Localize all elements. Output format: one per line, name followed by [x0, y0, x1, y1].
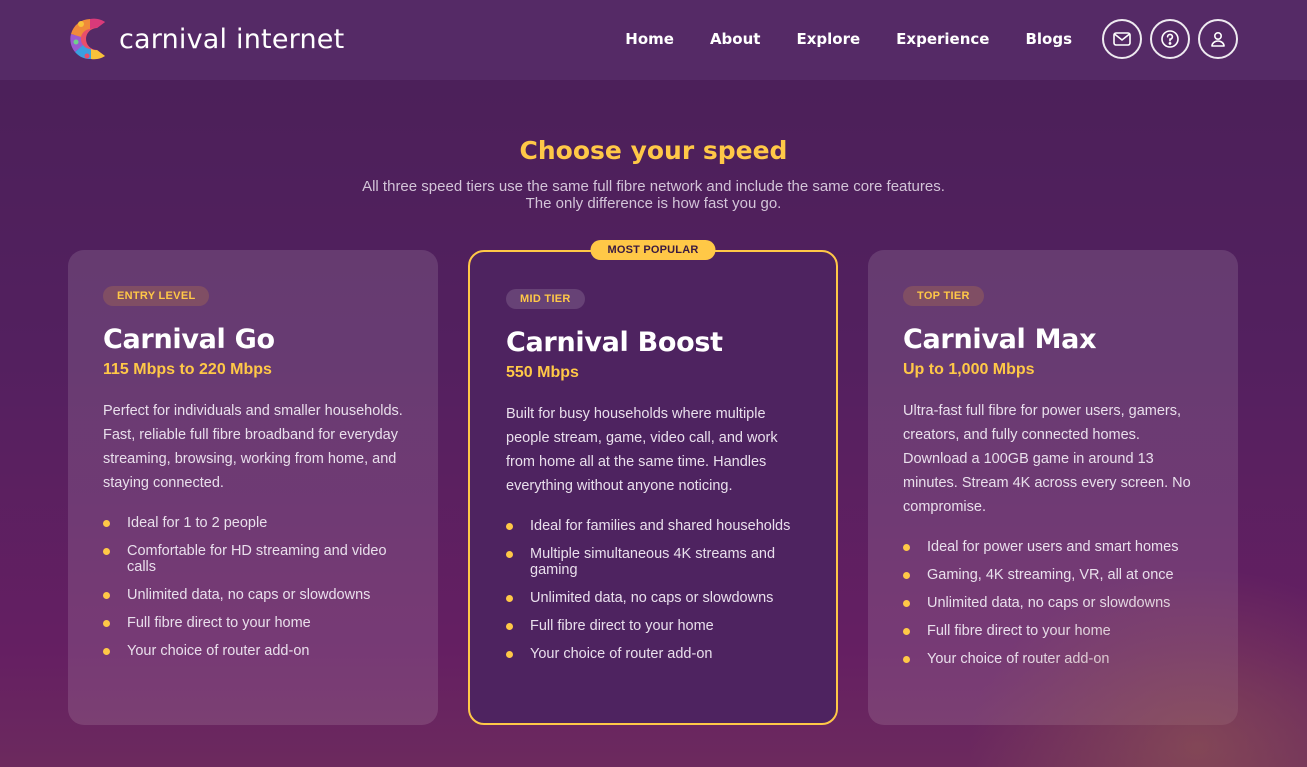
nav-blogs[interactable]: Blogs — [1025, 30, 1072, 48]
most-popular-badge: MOST POPULAR — [590, 240, 716, 260]
feature-item: Multiple simultaneous 4K streams and gam… — [506, 546, 801, 578]
plan-description: Ultra-fast full fibre for power users, g… — [903, 403, 1191, 515]
plan-description: Built for busy households where multiple… — [506, 406, 778, 494]
feature-item: Full fibre direct to your home — [903, 623, 1203, 639]
feature-item: Unlimited data, no caps or slowdowns — [506, 590, 801, 606]
feature-item: Ideal for 1 to 2 people — [103, 515, 403, 531]
help-button[interactable] — [1150, 19, 1190, 59]
mail-button[interactable] — [1102, 19, 1142, 59]
feature-item: Comfortable for HD streaming and video c… — [103, 543, 403, 575]
plan-description: Perfect for individuals and smaller hous… — [103, 403, 403, 491]
account-button[interactable] — [1198, 19, 1238, 59]
feature-item: Ideal for families and shared households — [506, 518, 801, 534]
plan-speed: Up to 1,000 Mbps — [903, 361, 1035, 378]
plan-name: Carnival Go — [103, 324, 275, 355]
feature-item: Gaming, 4K streaming, VR, all at once — [903, 567, 1203, 583]
subtitle-line-1: All three speed tiers use the same full … — [362, 178, 945, 195]
plan-name: Carnival Boost — [506, 327, 723, 358]
plan-card-boost[interactable]: MOST POPULAR MID TIER Carnival Boost 550… — [468, 240, 838, 725]
mail-icon — [1113, 32, 1131, 46]
feature-list: Ideal for 1 to 2 people Comfortable for … — [103, 515, 403, 659]
logo[interactable]: carnival internet — [67, 12, 344, 66]
plan-card-max[interactable]: TOP TIER Carnival Max Up to 1,000 Mbps U… — [868, 250, 1238, 725]
tier-badge: ENTRY LEVEL — [103, 286, 210, 306]
feature-item: Unlimited data, no caps or slowdowns — [103, 587, 403, 603]
tier-badge: TOP TIER — [903, 286, 984, 306]
feature-item: Your choice of router add-on — [103, 643, 403, 659]
user-icon — [1211, 31, 1225, 47]
feature-item: Full fibre direct to your home — [103, 615, 403, 631]
section-title: Choose your speed — [519, 136, 788, 165]
section-subtitle: All three speed tiers use the same full … — [0, 178, 1307, 212]
nav-about[interactable]: About — [710, 30, 761, 48]
feature-item: Your choice of router add-on — [903, 651, 1203, 667]
main-nav: Home About Explore Experience Blogs — [625, 19, 1238, 59]
plan-speed: 115 Mbps to 220 Mbps — [103, 361, 272, 378]
plan-card-go[interactable]: ENTRY LEVEL Carnival Go 115 Mbps to 220 … — [68, 250, 438, 725]
subtitle-line-2: The only difference is how fast you go. — [525, 195, 782, 212]
nav-experience[interactable]: Experience — [896, 30, 989, 48]
nav-home[interactable]: Home — [625, 30, 674, 48]
carnival-logo-icon — [70, 18, 105, 60]
plan-speed: 550 Mbps — [506, 364, 579, 381]
feature-list: Ideal for families and shared households… — [506, 518, 801, 662]
brand-name: carnival internet — [119, 23, 345, 55]
feature-list: Ideal for power users and smart homes Ga… — [903, 539, 1203, 667]
site-header: carnival internet Home About Explore Exp… — [0, 0, 1307, 80]
plan-name: Carnival Max — [903, 324, 1097, 355]
feature-item: Your choice of router add-on — [506, 646, 801, 662]
feature-item: Unlimited data, no caps or slowdowns — [903, 595, 1203, 611]
help-icon — [1161, 30, 1179, 48]
nav-explore[interactable]: Explore — [796, 30, 860, 48]
feature-item: Ideal for power users and smart homes — [903, 539, 1203, 555]
feature-item: Full fibre direct to your home — [506, 618, 801, 634]
tier-badge: MID TIER — [506, 289, 585, 309]
